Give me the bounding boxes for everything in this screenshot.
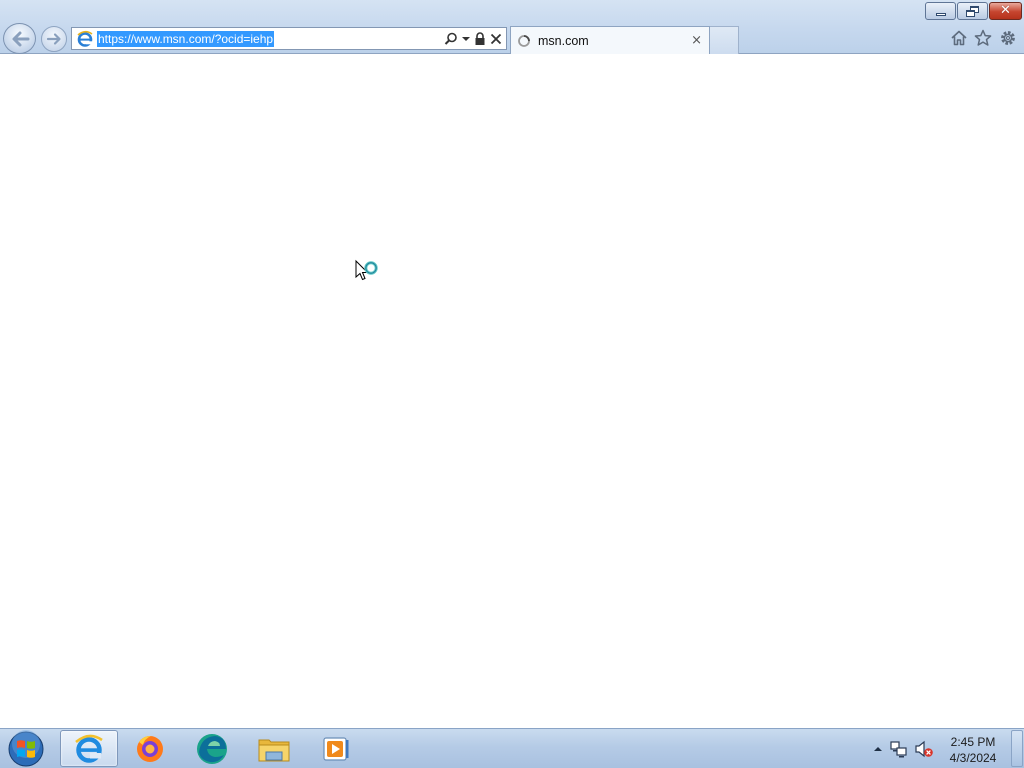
tools-gear-icon[interactable] xyxy=(998,28,1018,48)
ie-page-icon xyxy=(74,29,96,49)
start-button[interactable] xyxy=(4,730,48,767)
taskbar-media-player[interactable] xyxy=(307,730,365,767)
lock-icon[interactable] xyxy=(474,30,486,48)
show-hidden-icons-arrow[interactable] xyxy=(871,742,885,756)
minimize-button[interactable] xyxy=(925,2,956,20)
clock-date: 4/3/2024 xyxy=(949,751,997,765)
close-icon: ✕ xyxy=(1000,3,1011,18)
new-tab-button[interactable] xyxy=(710,26,739,54)
back-arrow-icon xyxy=(12,31,29,46)
restore-icon xyxy=(965,5,980,17)
home-icon[interactable] xyxy=(949,28,969,48)
taskbar-firefox[interactable] xyxy=(121,730,179,767)
search-icon[interactable] xyxy=(444,30,458,48)
edge-icon xyxy=(197,733,227,764)
taskbar: 2:45 PM 4/3/2024 xyxy=(0,728,1024,768)
favorites-star-icon[interactable] xyxy=(973,28,993,48)
taskbar-internet-explorer[interactable] xyxy=(60,730,118,767)
firefox-icon xyxy=(137,735,163,762)
show-desktop-button[interactable] xyxy=(1011,730,1023,767)
browser-chrome: ✕ https://www.msn.com/?ocid=iehp msn.com… xyxy=(0,0,1024,54)
taskbar-edge[interactable] xyxy=(183,730,241,767)
explorer-icon xyxy=(258,739,290,761)
tab-close-button[interactable]: × xyxy=(691,34,702,47)
tab-label: msn.com xyxy=(538,33,589,48)
page-content[interactable] xyxy=(0,55,1024,728)
clock-time: 2:45 PM xyxy=(950,735,996,749)
stop-icon[interactable] xyxy=(490,30,502,48)
windows-start-icon xyxy=(8,730,44,767)
minimize-icon xyxy=(935,12,946,16)
back-button[interactable] xyxy=(3,23,36,54)
clock[interactable]: 2:45 PM 4/3/2024 xyxy=(940,734,1006,766)
restore-button[interactable] xyxy=(957,2,988,20)
address-bar[interactable]: https://www.msn.com/?ocid=iehp xyxy=(71,27,507,50)
busy-cursor-icon xyxy=(355,259,378,281)
tab-msn[interactable]: msn.com × xyxy=(510,26,710,54)
network-icon[interactable] xyxy=(890,740,908,758)
close-window-button[interactable]: ✕ xyxy=(989,2,1022,20)
media-player-icon xyxy=(323,736,349,761)
ie-icon xyxy=(75,734,103,763)
forward-arrow-icon xyxy=(46,33,61,45)
address-tools xyxy=(444,30,502,48)
forward-button[interactable] xyxy=(41,26,67,52)
url-input[interactable]: https://www.msn.com/?ocid=iehp xyxy=(97,30,275,47)
volume-muted-icon[interactable] xyxy=(914,740,934,758)
loading-spinner-icon xyxy=(518,34,530,47)
taskbar-file-explorer[interactable] xyxy=(245,730,303,767)
dropdown-icon[interactable] xyxy=(462,30,470,48)
